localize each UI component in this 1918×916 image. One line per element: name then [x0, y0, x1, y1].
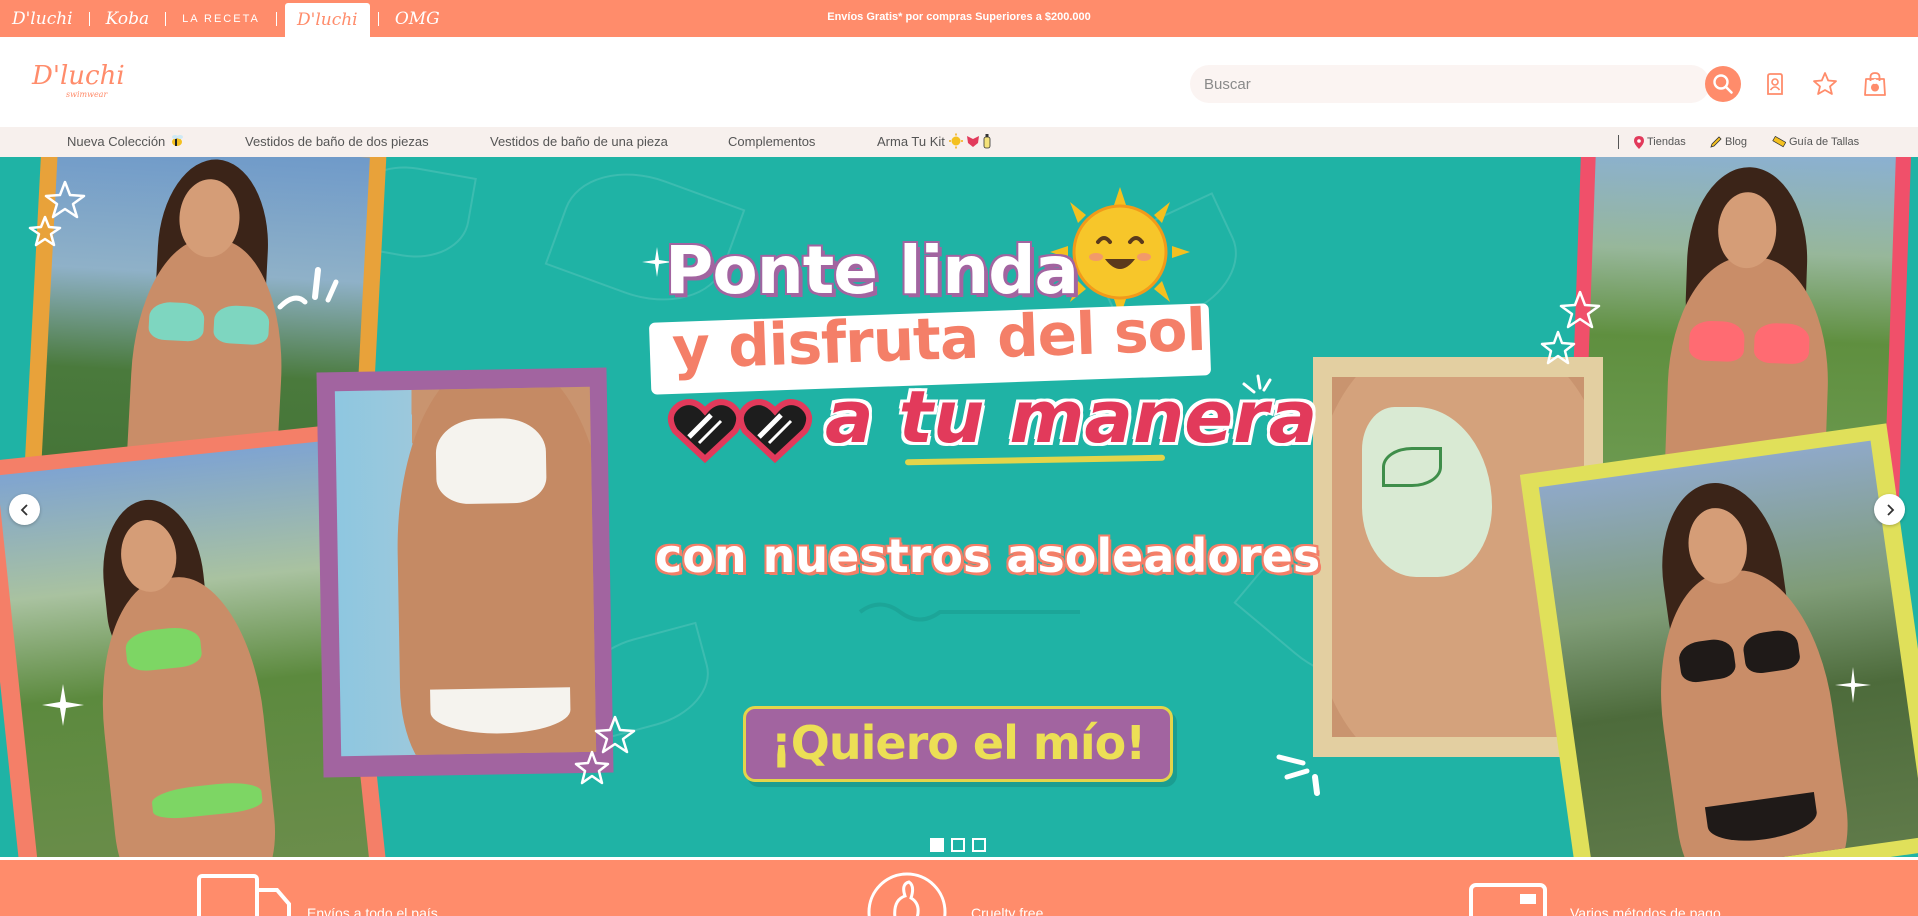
bikini-top — [1753, 322, 1810, 365]
nav-link-label: Blog — [1725, 136, 1748, 148]
brand-omg-link[interactable]: OMG — [383, 0, 452, 37]
nav-link-label: Guía de Tallas — [1789, 136, 1860, 148]
nav-link-guia-tallas[interactable]: Guía de Tallas — [1772, 127, 1859, 157]
benefit-label: Varios métodos de pago — [1570, 905, 1721, 916]
hero-banner[interactable]: Ponte linda y disfruta del sol a tu mane… — [0, 157, 1918, 857]
account-button[interactable] — [1761, 70, 1789, 98]
nav-link-tiendas[interactable]: Tiendas — [1634, 127, 1686, 157]
logo-text: D'luchi — [32, 61, 125, 91]
kit-icons — [948, 133, 990, 149]
bikini-top — [148, 301, 205, 343]
nav-item-dos-piezas[interactable]: Vestidos de baño de dos piezas — [245, 127, 429, 157]
model-photo — [334, 386, 597, 757]
rabbit-icon — [867, 872, 947, 916]
model-photo — [0, 440, 370, 857]
splash-decoration-icon — [277, 267, 339, 310]
heart-sunglasses-icon — [667, 399, 813, 464]
truck-icon — [197, 874, 291, 916]
brand-divider — [88, 11, 90, 26]
hero-cta-button[interactable]: ¡Quiero el mío! — [743, 706, 1173, 782]
search-icon — [1713, 74, 1733, 94]
bikini-top — [435, 417, 547, 505]
carousel-next-button[interactable] — [1874, 494, 1905, 525]
chevron-left-icon — [20, 503, 28, 516]
bikini-top — [1688, 320, 1745, 363]
model-photo — [1538, 440, 1918, 857]
benefit-label: Cruelty free — [971, 905, 1044, 916]
bee-icon — [171, 135, 183, 146]
swirl-decoration — [858, 602, 1080, 622]
splash-decoration-icon — [1276, 754, 1320, 796]
star-decoration-icon — [574, 715, 636, 785]
ruler-icon — [1772, 136, 1786, 148]
brand-koba-link[interactable]: Koba — [94, 0, 162, 37]
site-header: D'luchi swimwear 0 — [0, 37, 1918, 127]
chevron-right-icon — [1886, 503, 1894, 516]
site-logo[interactable]: D'luchi swimwear — [28, 59, 125, 105]
cart-button[interactable]: 0 — [1861, 70, 1889, 98]
cart-count: 0 — [1873, 79, 1877, 86]
nav-item-una-pieza[interactable]: Vestidos de baño de una pieza — [490, 127, 668, 157]
brand-divider — [275, 11, 277, 26]
location-pin-icon — [1634, 135, 1644, 149]
carousel-dot-2[interactable] — [951, 838, 965, 852]
carousel-pagination — [930, 838, 986, 852]
carousel-prev-button[interactable] — [9, 494, 40, 525]
benefits-strip: Envíos a todo el país Cruelty free Vario… — [0, 860, 1918, 916]
nav-item-complementos[interactable]: Complementos — [728, 127, 815, 157]
search-button[interactable] — [1705, 66, 1741, 102]
nav-item-nueva-coleccion[interactable]: Nueva Colección — [67, 127, 185, 157]
card-icon — [1469, 883, 1547, 916]
sparkle-icon — [42, 684, 84, 726]
bikini-top — [212, 304, 270, 346]
star-decoration-icon — [28, 180, 86, 247]
nav-item-label: Nueva Colección — [67, 134, 166, 149]
star-decoration-icon — [1540, 290, 1601, 365]
hero-headline-line3: a tu manera — [825, 375, 1318, 459]
nav-divider — [1618, 135, 1619, 149]
brand-dluchi-swimwear-link[interactable]: D'luchi — [284, 3, 370, 37]
brand-dluchi-link[interactable]: D'luchi — [0, 0, 85, 37]
carousel-dot-3[interactable] — [972, 838, 986, 852]
nav-item-arma-tu-kit[interactable]: Arma Tu Kit — [877, 127, 997, 157]
hero-headline-line1: Ponte linda — [665, 232, 1079, 309]
star-icon — [1813, 72, 1837, 95]
nav-link-blog[interactable]: Blog — [1709, 127, 1747, 157]
sparkle-icon — [1835, 667, 1871, 703]
pencil-icon — [1710, 135, 1722, 148]
search-input[interactable] — [1204, 65, 1664, 103]
hero-subheadline: con nuestros asoleadores — [655, 529, 1321, 583]
brand-divider — [377, 11, 379, 26]
search-box — [1190, 65, 1710, 103]
benefit-label: Envíos a todo el país — [307, 905, 438, 916]
user-icon — [1767, 73, 1783, 95]
brand-divider — [165, 11, 167, 26]
leaf-print — [1382, 447, 1442, 487]
carousel-dot-1[interactable] — [930, 838, 944, 852]
logo-subtext: swimwear — [66, 90, 108, 99]
wishlist-button[interactable] — [1811, 70, 1839, 98]
brand-switcher: D'luchi Koba LA RECETA D'luchi OMG — [0, 0, 452, 37]
nav-link-label: Tiendas — [1647, 136, 1686, 148]
main-nav: Nueva Colección Vestidos de baño de dos … — [0, 127, 1918, 157]
nav-item-label: Arma Tu Kit — [877, 134, 945, 149]
brand-bar: D'luchi Koba LA RECETA D'luchi OMG Envío… — [0, 0, 1918, 37]
brand-la-receta-link[interactable]: LA RECETA — [170, 0, 272, 37]
